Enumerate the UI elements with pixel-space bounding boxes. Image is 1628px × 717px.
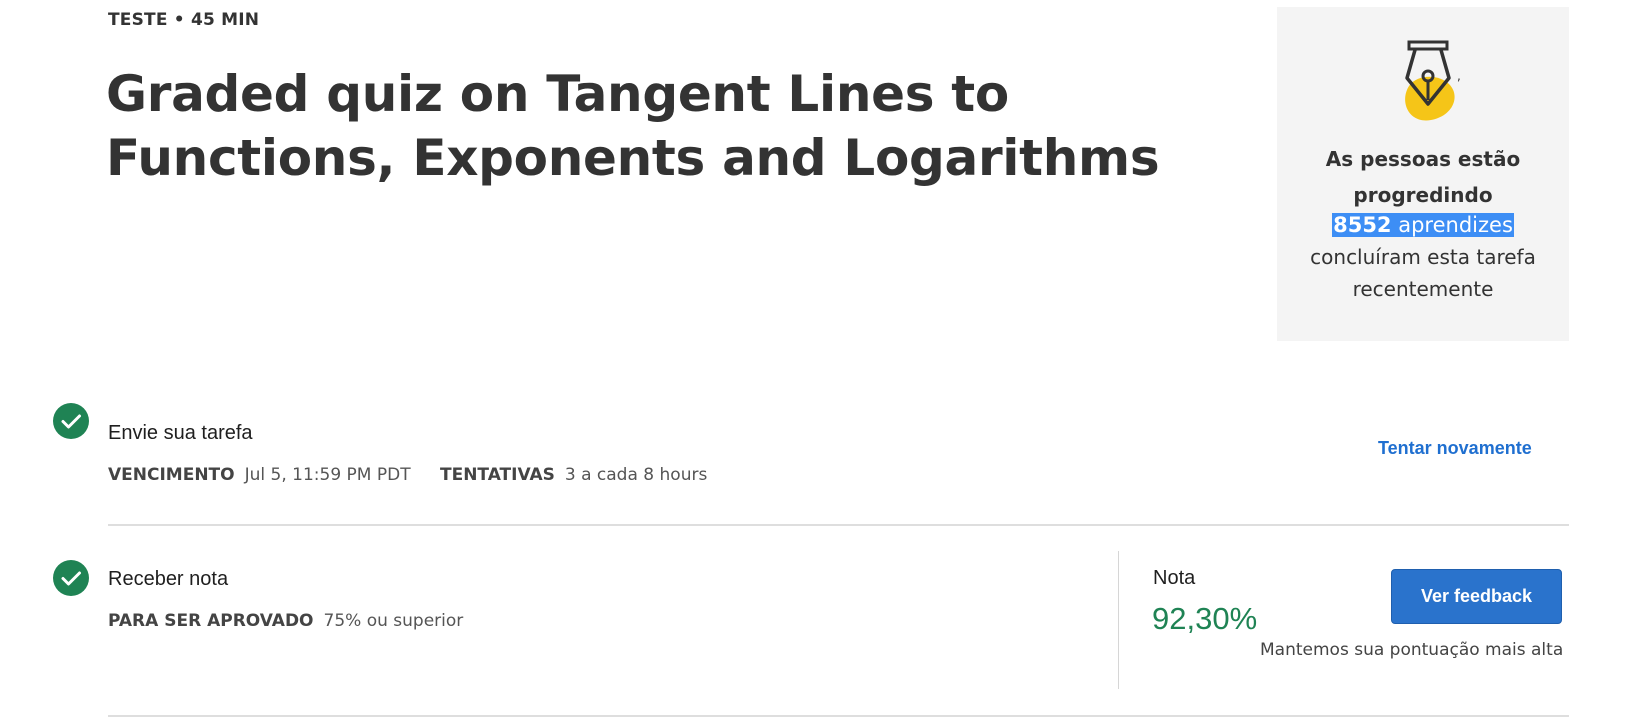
item-type-duration: TESTE • 45 MIN: [108, 10, 260, 30]
due-label: VENCIMENTO: [108, 465, 235, 485]
grade-value: 92,30%: [1152, 601, 1258, 636]
view-feedback-button[interactable]: Ver feedback: [1391, 569, 1562, 624]
progress-description: concluíram esta tarefa recentemente: [1310, 245, 1536, 301]
check-circle-icon: [53, 403, 89, 439]
learners-label: aprendizes: [1398, 213, 1513, 237]
progress-heading: As pessoas estão progredindo: [1325, 147, 1521, 207]
check-circle-icon: [53, 560, 89, 596]
page-title: Graded quiz on Tangent Lines to Function…: [106, 65, 1160, 187]
learner-count: 8552: [1333, 213, 1392, 237]
pass-requirement: PARA SER APROVADO 75% ou superior: [108, 611, 463, 631]
highest-score-note: Mantemos sua pontuação mais alta: [1260, 640, 1564, 660]
grade-label: Nota: [1153, 567, 1196, 589]
submit-step-title: Envie sua tarefa: [108, 422, 253, 444]
learner-count-highlight: 8552 aprendizes: [1332, 213, 1514, 237]
retry-link[interactable]: Tentar novamente: [1378, 438, 1532, 459]
vertical-divider: [1118, 551, 1119, 689]
pass-value: 75% ou superior: [323, 611, 464, 631]
progress-card: , As pessoas estão progredindo 8552 apre…: [1277, 7, 1569, 341]
pass-label: PARA SER APROVADO: [108, 611, 314, 631]
submit-step-meta: VENCIMENTO Jul 5, 11:59 PM PDT TENTATIVAS…: [108, 465, 707, 485]
attempts-label: TENTATIVAS: [440, 465, 555, 485]
attempts-value: 3 a cada 8 hours: [564, 465, 708, 485]
divider: [108, 524, 1569, 526]
pen-nib-badge-icon: [1387, 40, 1467, 130]
grade-step-title: Receber nota: [108, 568, 229, 590]
due-value: Jul 5, 11:59 PM PDT: [244, 465, 411, 485]
